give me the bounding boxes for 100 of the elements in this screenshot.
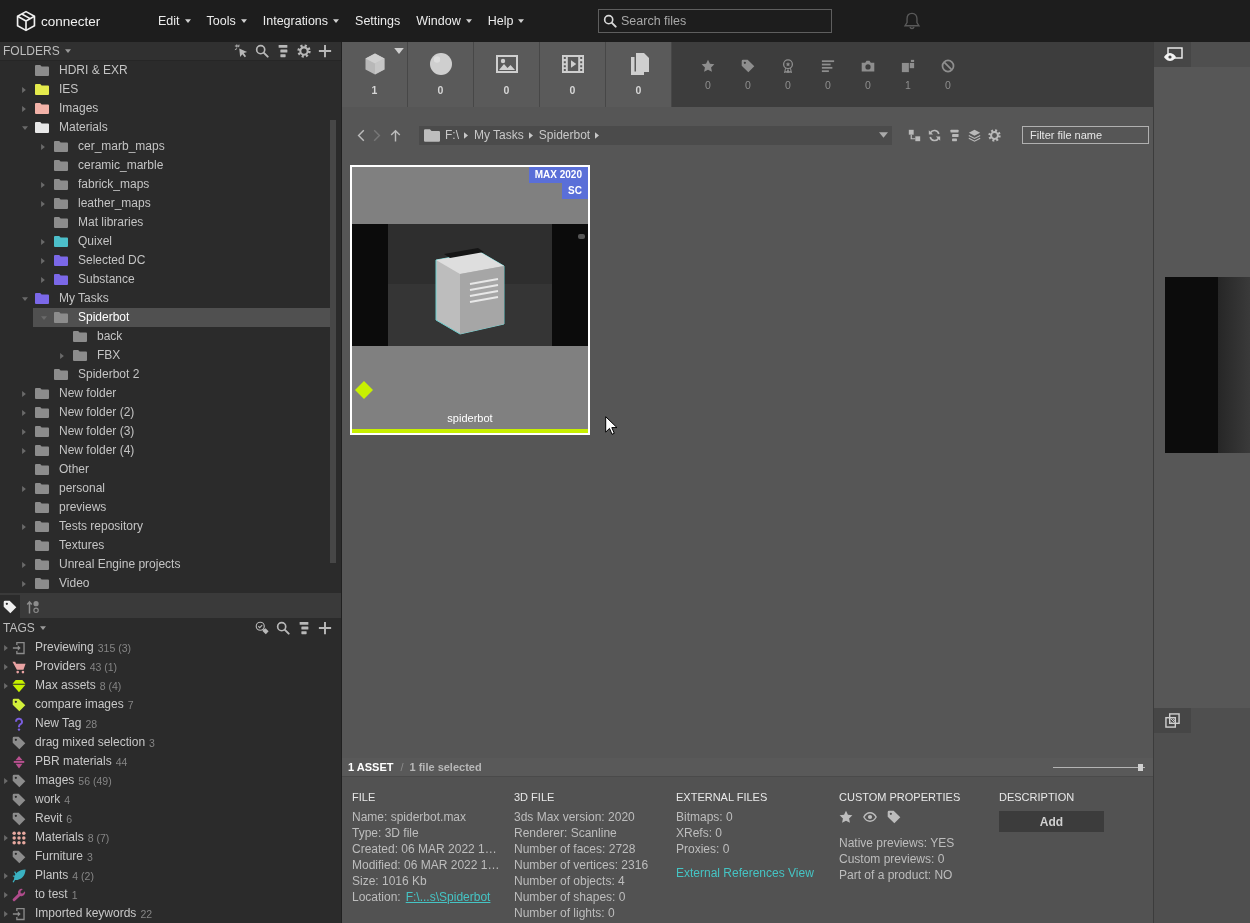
arrow-up-icon[interactable]	[390, 128, 401, 142]
type-filter-button[interactable]: 0	[606, 42, 672, 107]
folder-item[interactable]: IES	[14, 80, 330, 99]
tag-label[interactable]: to test	[35, 885, 68, 904]
eye-icon[interactable]	[863, 810, 877, 824]
hierarchy-icon[interactable]	[908, 128, 921, 142]
star-icon[interactable]	[839, 810, 853, 824]
caret-right-icon[interactable]	[22, 485, 26, 492]
bell-icon[interactable]	[903, 12, 921, 30]
tag-icon[interactable]	[887, 810, 901, 824]
folder-item[interactable]: ceramic_marble	[33, 156, 330, 175]
pointer-icon[interactable]	[234, 44, 248, 58]
path-bar[interactable]: F:\ My Tasks Spiderbot	[419, 125, 892, 145]
caret-right-icon[interactable]	[4, 872, 8, 879]
tag-label[interactable]: New Tag	[35, 714, 82, 733]
folder-item[interactable]: leather_maps	[33, 194, 330, 213]
caret-right-icon[interactable]	[4, 891, 8, 898]
folder-item[interactable]: fabrick_maps	[33, 175, 330, 194]
add-button[interactable]: Add	[999, 811, 1104, 832]
folder-item[interactable]: My Tasks	[14, 289, 330, 308]
menu-item[interactable]: Edit	[158, 12, 191, 30]
folder-item[interactable]: Substance	[33, 270, 330, 289]
caret-right-icon[interactable]	[41, 276, 45, 283]
caret-right-icon[interactable]	[4, 834, 8, 841]
caret-right-icon[interactable]	[41, 257, 45, 264]
folder-item[interactable]: New folder (3)	[14, 422, 330, 441]
asset-card[interactable]: MAX 2020 SC spiderbot	[350, 165, 590, 435]
caret-right-icon[interactable]	[22, 105, 26, 112]
folder-item[interactable]: previews	[14, 498, 330, 517]
tag-label[interactable]: Revit	[35, 809, 63, 828]
type-filter-button[interactable]: 1	[342, 42, 408, 107]
panel-tab[interactable]	[1154, 708, 1191, 733]
tag-label[interactable]: Plants	[35, 866, 69, 885]
breadcrumb-item[interactable]: F:\	[445, 128, 459, 142]
tag-label[interactable]: drag mixed selection	[35, 733, 146, 752]
tag-label[interactable]: Imported keywords	[35, 904, 137, 923]
folder-item[interactable]: Mat libraries	[33, 213, 330, 232]
panel-tab[interactable]	[0, 595, 20, 618]
caret-right-icon[interactable]	[4, 910, 8, 917]
folder-item[interactable]: Other	[14, 460, 330, 479]
caret-right-icon[interactable]	[60, 352, 64, 359]
caret-right-icon[interactable]	[41, 238, 45, 245]
caret-right-icon[interactable]	[4, 777, 8, 784]
check-tag-icon[interactable]	[255, 621, 269, 635]
caret-right-icon[interactable]	[464, 131, 468, 139]
folder-item[interactable]: back	[52, 327, 330, 346]
menu-item[interactable]: Integrations	[262, 12, 340, 30]
chevron-left-icon[interactable]	[357, 128, 365, 142]
caret-right-icon[interactable]	[22, 390, 26, 397]
caret-right-icon[interactable]	[22, 86, 26, 93]
panel-menu-button[interactable]: FOLDERS	[0, 43, 71, 59]
search-field[interactable]: Search files	[598, 9, 832, 33]
plus-icon[interactable]	[318, 44, 332, 58]
caret-right-icon[interactable]	[22, 561, 26, 568]
bars-icon[interactable]	[297, 621, 311, 635]
settings-icon[interactable]	[988, 128, 1001, 142]
type-filter-button[interactable]: 0	[540, 42, 606, 107]
folder-item[interactable]: FBX	[52, 346, 330, 365]
caret-right-icon[interactable]	[22, 523, 26, 530]
folder-item[interactable]: New folder (4)	[14, 441, 330, 460]
caret-right-icon[interactable]	[4, 682, 8, 689]
caret-down-icon[interactable]	[394, 48, 404, 54]
caret-right-icon[interactable]	[4, 663, 8, 670]
slider-thumb[interactable]	[1138, 763, 1144, 771]
caret-right-icon[interactable]	[41, 181, 45, 188]
breadcrumb-item[interactable]: My Tasks	[474, 128, 524, 142]
folder-item[interactable]: Spiderbot 2	[33, 365, 330, 384]
caret-down-icon[interactable]	[879, 132, 888, 138]
caret-right-icon[interactable]	[528, 131, 533, 139]
panel-menu-button[interactable]: TAGS	[0, 620, 46, 636]
breadcrumb-item[interactable]: Spiderbot	[538, 128, 591, 142]
folder-item[interactable]: Unreal Engine projects	[14, 555, 330, 574]
tag-label[interactable]: PBR materials	[35, 752, 112, 771]
type-filter-button[interactable]: 0	[474, 42, 540, 107]
caret-right-icon[interactable]	[41, 143, 45, 150]
caret-down-icon[interactable]	[22, 296, 28, 301]
tag-label[interactable]: Furniture	[35, 847, 84, 866]
type-filter-button[interactable]: 0	[408, 42, 474, 107]
settings-icon[interactable]	[297, 44, 311, 58]
caret-right-icon[interactable]	[22, 409, 26, 416]
search-icon[interactable]	[276, 621, 290, 635]
folder-item[interactable]: Video	[14, 574, 330, 593]
caret-right-icon[interactable]	[22, 428, 26, 435]
caret-right-icon[interactable]	[595, 131, 600, 139]
caret-right-icon[interactable]	[41, 200, 45, 207]
search-icon[interactable]	[255, 44, 269, 58]
folder-item[interactable]: New folder (2)	[14, 403, 330, 422]
folder-item[interactable]: Images	[14, 99, 330, 118]
tag-label[interactable]: Previewing	[35, 638, 94, 657]
menu-item[interactable]: Window	[416, 12, 472, 30]
folder-item[interactable]: cer_marb_maps	[33, 137, 330, 156]
layers-icon[interactable]	[968, 128, 981, 142]
tag-label[interactable]: Materials	[35, 828, 84, 847]
folder-item[interactable]: Tests repository	[14, 517, 330, 536]
menu-item[interactable]: Help	[487, 12, 525, 30]
tag-label[interactable]: compare images	[35, 695, 124, 714]
caret-right-icon[interactable]	[4, 644, 8, 651]
folder-item[interactable]: HDRI & EXR	[14, 61, 330, 80]
caret-right-icon[interactable]	[22, 447, 26, 454]
tag-label[interactable]: Providers	[35, 657, 86, 676]
